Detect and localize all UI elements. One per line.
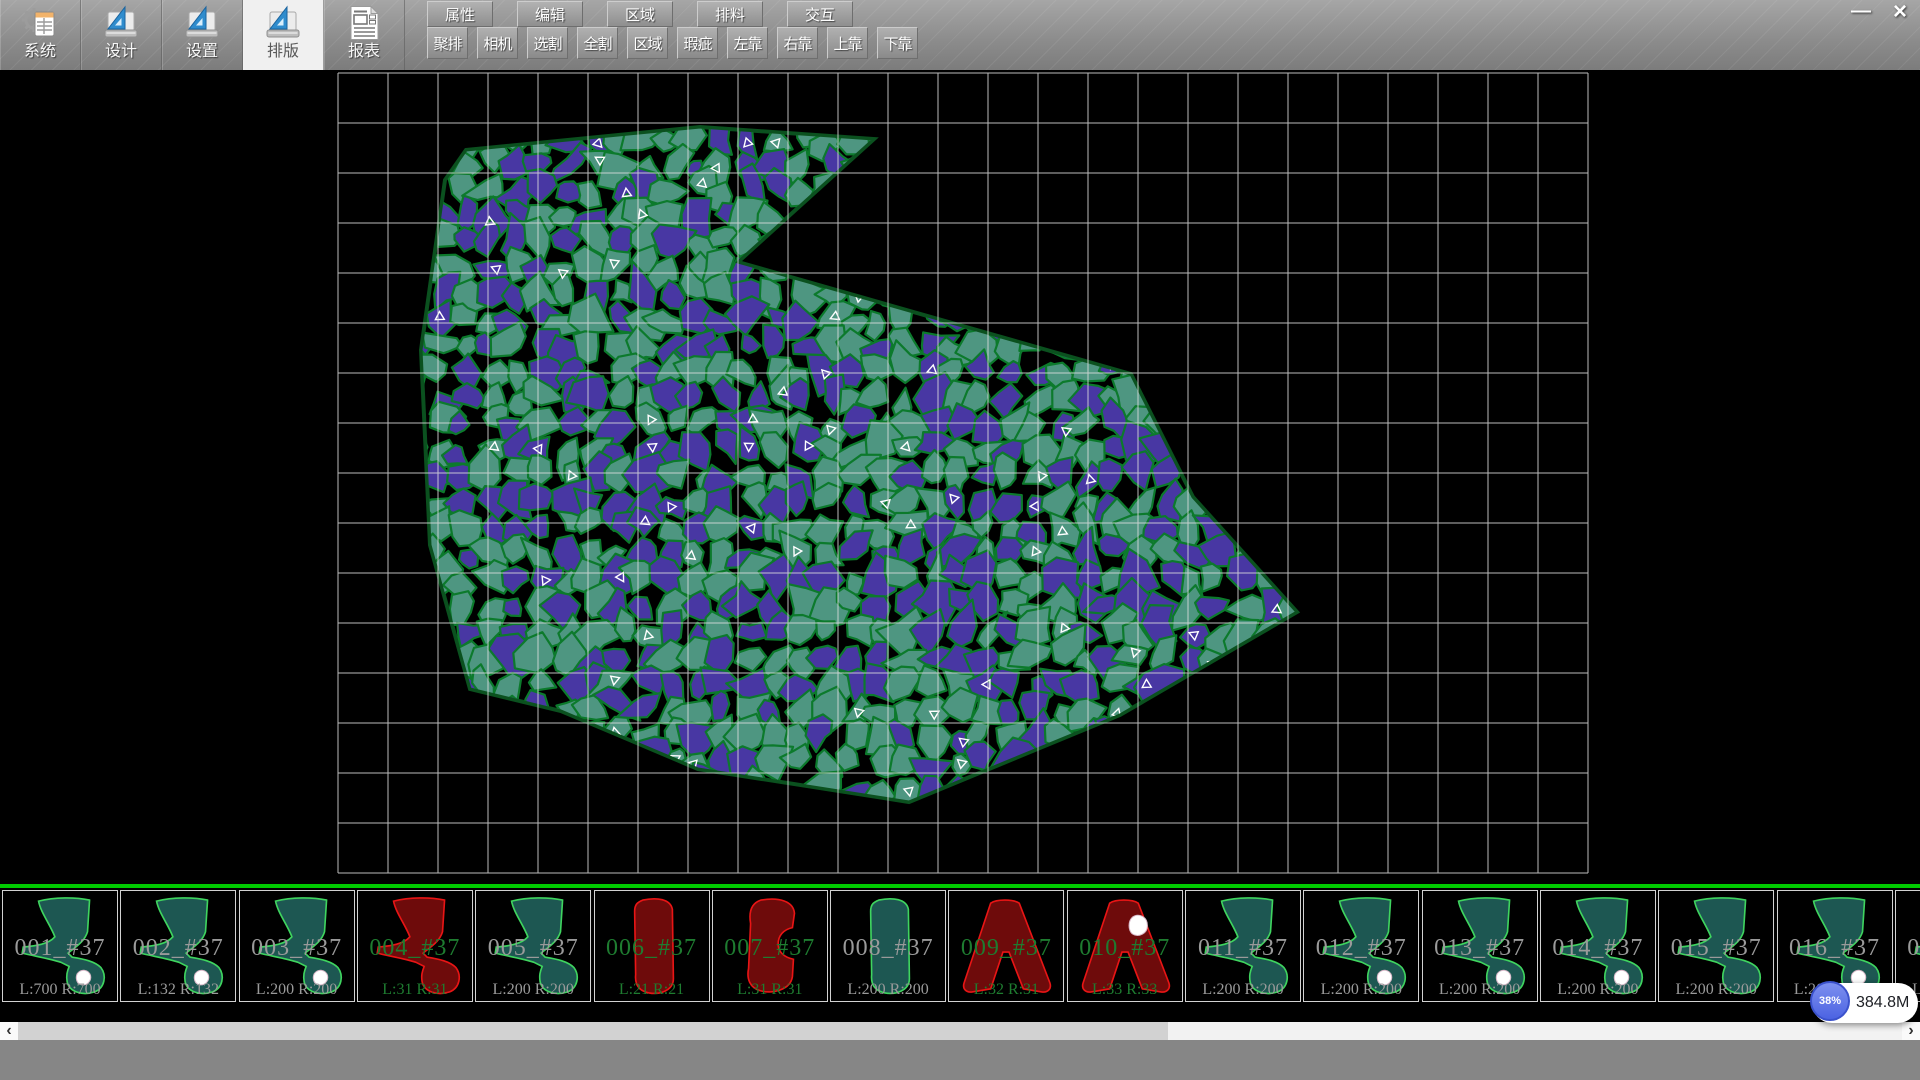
memory-usage-label: 384.8M: [1856, 983, 1909, 1023]
piece-size-label: L:200 R:200: [1304, 981, 1418, 999]
ruler-icon: [263, 4, 303, 42]
piece-thumbnail-6[interactable]: 006_#37 L:21 R:21: [594, 890, 710, 1002]
menu-item-1[interactable]: 属性: [427, 1, 493, 27]
piece-size-label: L:700 R:700: [3, 981, 117, 999]
tab-5[interactable]: 报表: [324, 0, 405, 70]
piece-size-label: L:21 R:21: [595, 981, 709, 999]
tab-2[interactable]: 设计: [81, 0, 162, 70]
piece-id-label: 017_#37: [1896, 935, 1920, 962]
tool-button-10[interactable]: 下靠: [877, 27, 918, 59]
tool-button-2[interactable]: 相机: [477, 27, 518, 59]
piece-id-label: 012_#37: [1304, 935, 1418, 962]
progress-overlay[interactable]: 38% 384.8M: [1812, 983, 1918, 1023]
piece-thumbnail-2[interactable]: 002_#37 L:132 R:132: [120, 890, 236, 1002]
tab-3[interactable]: 设置: [162, 0, 243, 70]
strip-gap: [0, 1004, 1920, 1022]
piece-thumbnail-11[interactable]: 011_#37 L:200 R:200: [1185, 890, 1301, 1002]
tool-button-3[interactable]: 选割: [527, 27, 568, 59]
piece-thumbnail-1[interactable]: 001_#37 L:700 R:700: [2, 890, 118, 1002]
piece-size-label: L:32 R:31: [949, 981, 1063, 999]
tool-button-5[interactable]: 区域: [627, 27, 668, 59]
ruler-icon: [182, 4, 222, 42]
minimize-icon[interactable]: —: [1846, 2, 1876, 24]
piece-id-label: 008_#37: [831, 935, 945, 962]
window-controls: — ×: [1846, 0, 1916, 26]
piece-thumbnail-5[interactable]: 005_#37 L:200 R:200: [475, 890, 591, 1002]
nesting-canvas[interactable]: [0, 70, 1920, 884]
horizontal-scrollbar[interactable]: ‹ ›: [0, 1022, 1920, 1040]
tool-button-6[interactable]: 瑕疵: [677, 27, 718, 59]
piece-id-label: 010_#37: [1068, 935, 1182, 962]
piece-id-label: 004_#37: [358, 935, 472, 962]
piece-id-label: 002_#37: [121, 935, 235, 962]
tool-bar: 聚排相机选割全割区域瑕疵左靠右靠上靠下靠: [427, 27, 918, 58]
piece-size-label: L:200 R:200: [1423, 981, 1537, 999]
progress-percent-badge: 38%: [1810, 981, 1850, 1021]
titlebar: 系统设计设置排版报表 属性编辑区域排料交互 聚排相机选割全割区域瑕疵左靠右靠上靠…: [0, 0, 1920, 70]
tab-label: 设计: [105, 42, 137, 62]
piece-thumbnail-12[interactable]: 012_#37 L:200 R:200: [1303, 890, 1419, 1002]
piece-id-label: 013_#37: [1423, 935, 1537, 962]
menu-item-4[interactable]: 排料: [697, 1, 763, 27]
piece-id-label: 007_#37: [713, 935, 827, 962]
piece-thumbnail-13[interactable]: 013_#37 L:200 R:200: [1422, 890, 1538, 1002]
tool-button-7[interactable]: 左靠: [727, 27, 768, 59]
hide-nesting-view: [0, 70, 1920, 884]
piece-thumbnail-9[interactable]: 009_#37 L:32 R:31: [948, 890, 1064, 1002]
pieces-strip: 001_#37L:700 R:700002_#37L:132 R:132003_…: [0, 884, 1920, 1004]
piece-thumbnail-14[interactable]: 014_#37 L:200 R:200: [1540, 890, 1656, 1002]
piece-id-label: 001_#37: [3, 935, 117, 962]
piece-size-label: L:31 R:31: [358, 981, 472, 999]
piece-size-label: L:200 R:200: [1186, 981, 1300, 999]
piece-size-label: L:200 R:200: [831, 981, 945, 999]
piece-id-label: 006_#37: [595, 935, 709, 962]
piece-id-label: 003_#37: [240, 935, 354, 962]
piece-thumbnail-3[interactable]: 003_#37 L:200 R:200: [239, 890, 355, 1002]
tab-label: 系统: [24, 42, 56, 62]
piece-thumbnail-7[interactable]: 007_#37 L:31 R:31: [712, 890, 828, 1002]
menu-bar: 属性编辑区域排料交互: [427, 1, 853, 26]
tab-label: 设置: [186, 42, 218, 62]
scroll-left-icon[interactable]: ‹: [0, 1022, 18, 1040]
system-icon: [20, 4, 60, 42]
piece-id-label: 009_#37: [949, 935, 1063, 962]
report-icon: [344, 4, 384, 42]
tab-label: 报表: [348, 42, 380, 62]
scroll-track[interactable]: [18, 1022, 1902, 1040]
scroll-right-icon[interactable]: ›: [1902, 1022, 1920, 1040]
piece-id-label: 016_#37: [1778, 935, 1892, 962]
nav-tabs: 系统 设计 设置 排版 报表: [0, 0, 405, 70]
piece-id-label: 011_#37: [1186, 935, 1300, 962]
piece-id-label: 015_#37: [1659, 935, 1773, 962]
piece-size-label: L:132 R:132: [121, 981, 235, 999]
tab-label: 排版: [267, 42, 299, 62]
scroll-thumb[interactable]: [18, 1022, 1168, 1040]
piece-size-label: L:200 R:200: [240, 981, 354, 999]
tool-button-1[interactable]: 聚排: [427, 27, 468, 59]
piece-thumbnail-8[interactable]: 008_#37 L:200 R:200: [830, 890, 946, 1002]
tool-button-9[interactable]: 上靠: [827, 27, 868, 59]
ruler-icon: [101, 4, 141, 42]
piece-id-label: 014_#37: [1541, 935, 1655, 962]
piece-thumbnail-15[interactable]: 015_#37 L:200 R:200: [1658, 890, 1774, 1002]
tool-button-8[interactable]: 右靠: [777, 27, 818, 59]
piece-size-label: L:200 R:200: [1541, 981, 1655, 999]
piece-size-label: L:33 R:33: [1068, 981, 1182, 999]
menu-item-3[interactable]: 区域: [607, 1, 673, 27]
piece-size-label: L:200 R:200: [1659, 981, 1773, 999]
piece-thumbnail-4[interactable]: 004_#37 L:31 R:31: [357, 890, 473, 1002]
piece-id-label: 005_#37: [476, 935, 590, 962]
tab-1[interactable]: 系统: [0, 0, 81, 70]
menu-item-5[interactable]: 交互: [787, 1, 853, 27]
status-footer: [0, 1040, 1920, 1080]
close-icon[interactable]: ×: [1884, 2, 1916, 24]
piece-thumbnail-10[interactable]: 010_#37 L:33 R:33: [1067, 890, 1183, 1002]
piece-size-label: L:200 R:200: [476, 981, 590, 999]
menu-item-2[interactable]: 编辑: [517, 1, 583, 27]
tab-4[interactable]: 排版: [243, 0, 324, 70]
piece-size-label: L:31 R:31: [713, 981, 827, 999]
tool-button-4[interactable]: 全割: [577, 27, 618, 59]
